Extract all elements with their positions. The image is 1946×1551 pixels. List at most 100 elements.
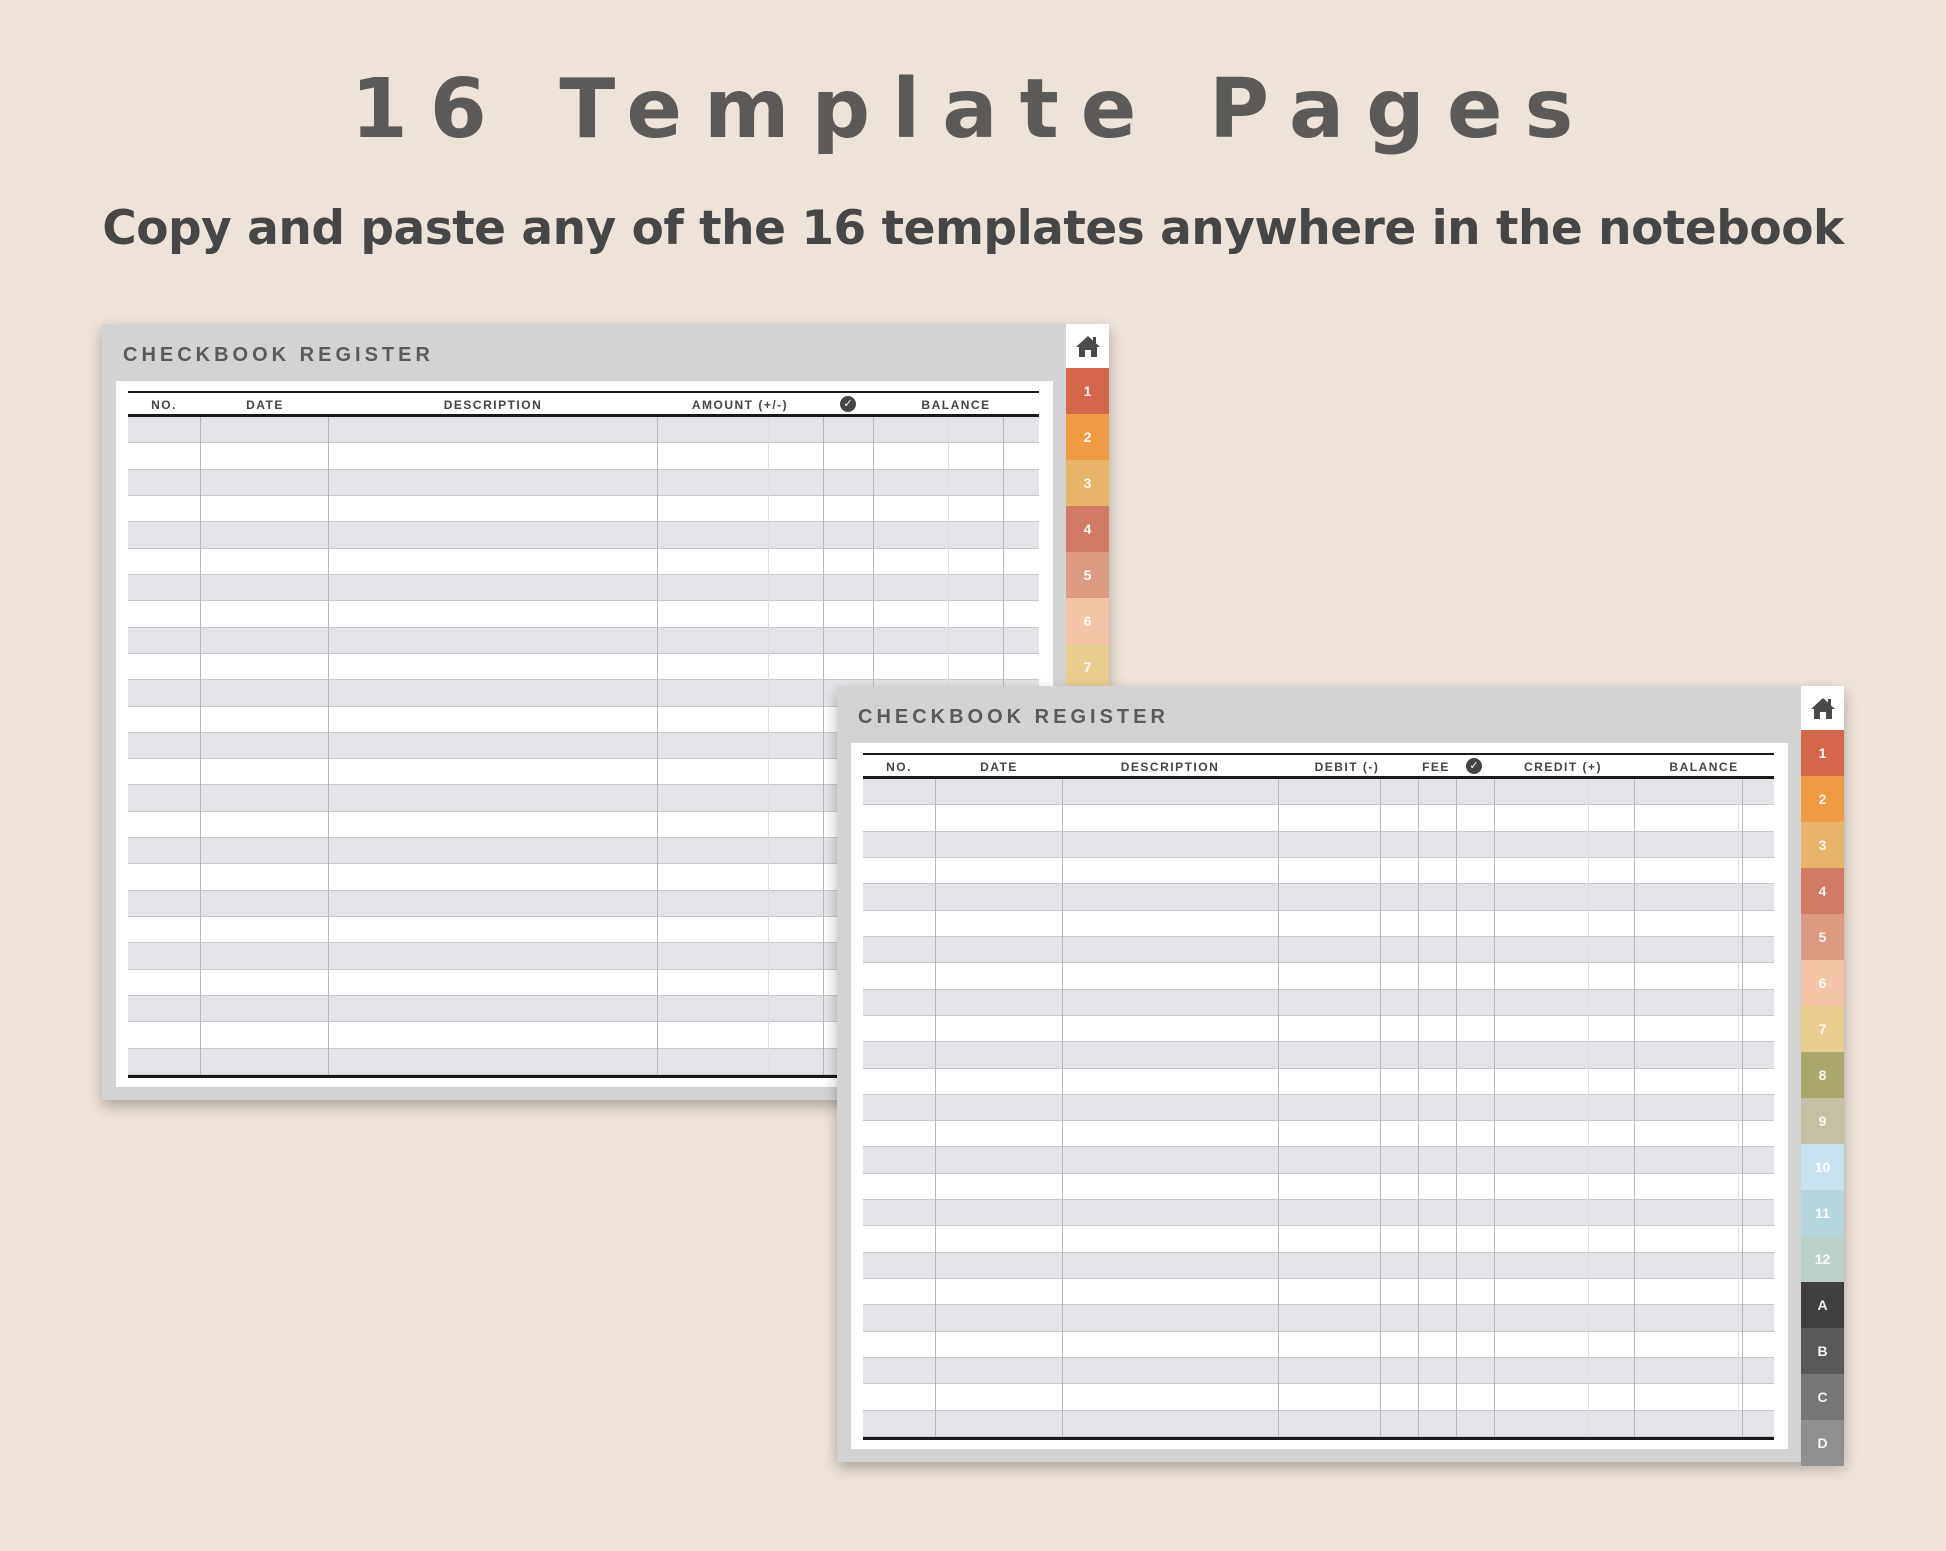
table-row[interactable] xyxy=(863,779,1774,806)
tab-1[interactable]: 1 xyxy=(1066,368,1109,414)
table-row[interactable] xyxy=(128,522,1039,549)
tab-7[interactable]: 7 xyxy=(1066,644,1109,690)
table-row[interactable] xyxy=(863,1069,1774,1095)
column-divider xyxy=(1588,779,1589,1440)
home-icon xyxy=(1810,698,1835,719)
table-row[interactable] xyxy=(128,417,1039,444)
table-row[interactable] xyxy=(863,1384,1774,1411)
table-row[interactable] xyxy=(863,1121,1774,1148)
column-divider xyxy=(1738,779,1739,1440)
table-row[interactable] xyxy=(128,654,1039,681)
table-row[interactable] xyxy=(128,469,1039,496)
table-row[interactable] xyxy=(863,936,1774,964)
column-debit: DEBIT (-) xyxy=(1314,760,1380,774)
tab-c[interactable]: C xyxy=(1801,1374,1844,1420)
column-divider xyxy=(1278,779,1279,1440)
tab-5[interactable]: 5 xyxy=(1066,552,1109,598)
table-row[interactable] xyxy=(128,601,1039,628)
section-tabs: 1 2 3 4 5 6 7 8 9 10 11 12 A B C D xyxy=(1801,686,1844,1466)
tab-1[interactable]: 1 xyxy=(1801,730,1844,776)
column-balance: BALANCE xyxy=(921,398,991,412)
table-row[interactable] xyxy=(863,1226,1774,1253)
check-circle-icon: ✓ xyxy=(1466,758,1482,774)
column-no: NO. xyxy=(151,398,177,412)
table-bottom-rule xyxy=(863,1437,1774,1440)
column-divider xyxy=(1418,779,1419,1440)
home-icon xyxy=(1075,336,1100,357)
tab-10[interactable]: 10 xyxy=(1801,1144,1844,1190)
table-body xyxy=(863,779,1774,1440)
check-circle-icon: ✓ xyxy=(840,396,856,412)
table-header: NO. DATE DESCRIPTION DEBIT (-) FEE ✓ CRE… xyxy=(863,753,1774,779)
tab-9[interactable]: 9 xyxy=(1801,1098,1844,1144)
table-row[interactable] xyxy=(863,1016,1774,1043)
register-table: NO. DATE DESCRIPTION DEBIT (-) FEE ✓ CRE… xyxy=(863,753,1774,1440)
column-divider xyxy=(200,417,201,1078)
tab-a[interactable]: A xyxy=(1801,1282,1844,1328)
column-description: DESCRIPTION xyxy=(1120,760,1220,774)
table-row[interactable] xyxy=(128,496,1039,523)
column-divider xyxy=(1634,779,1635,1440)
table-row[interactable] xyxy=(863,1332,1774,1359)
column-divider xyxy=(1380,779,1381,1440)
table-row[interactable] xyxy=(863,1200,1774,1227)
tab-5[interactable]: 5 xyxy=(1801,914,1844,960)
column-fee: FEE xyxy=(1422,760,1450,774)
column-date: DATE xyxy=(980,760,1018,774)
table-row[interactable] xyxy=(863,1410,1774,1437)
table-row[interactable] xyxy=(863,1358,1774,1385)
column-divider xyxy=(823,417,824,1078)
table-row[interactable] xyxy=(863,963,1774,990)
ledger-sheet: NO. DATE DESCRIPTION DEBIT (-) FEE ✓ CRE… xyxy=(851,743,1788,1449)
table-row[interactable] xyxy=(863,1042,1774,1069)
tab-3[interactable]: 3 xyxy=(1801,822,1844,868)
tab-2[interactable]: 2 xyxy=(1066,414,1109,460)
table-row[interactable] xyxy=(128,574,1039,602)
table-row[interactable] xyxy=(128,549,1039,575)
front-template-page: CHECKBOOK REGISTER NO. DATE DESCRIPTION … xyxy=(837,686,1844,1466)
tab-12[interactable]: 12 xyxy=(1801,1236,1844,1282)
table-row[interactable] xyxy=(863,1252,1774,1280)
table-row[interactable] xyxy=(863,911,1774,937)
tab-d[interactable]: D xyxy=(1801,1420,1844,1466)
table-row[interactable] xyxy=(863,1305,1774,1332)
tab-6[interactable]: 6 xyxy=(1801,960,1844,1006)
tab-4[interactable]: 4 xyxy=(1801,868,1844,914)
table-row[interactable] xyxy=(863,1094,1774,1122)
table-row[interactable] xyxy=(863,1147,1774,1174)
column-divider xyxy=(768,417,769,1078)
column-divider xyxy=(1456,779,1457,1440)
table-row[interactable] xyxy=(128,443,1039,470)
tab-3[interactable]: 3 xyxy=(1066,460,1109,506)
table-row[interactable] xyxy=(863,1279,1774,1306)
tab-8[interactable]: 8 xyxy=(1801,1052,1844,1098)
column-divider xyxy=(1062,779,1063,1440)
page-subtitle: Copy and paste any of the 16 templates a… xyxy=(102,201,1844,256)
column-date: DATE xyxy=(246,398,284,412)
table-row[interactable] xyxy=(863,989,1774,1016)
home-tab[interactable] xyxy=(1066,324,1109,368)
tab-2[interactable]: 2 xyxy=(1801,776,1844,822)
page-heading: CHECKBOOK REGISTER xyxy=(123,344,434,366)
table-row[interactable] xyxy=(863,831,1774,858)
home-tab[interactable] xyxy=(1801,686,1844,730)
tab-b[interactable]: B xyxy=(1801,1328,1844,1374)
tab-6[interactable]: 6 xyxy=(1066,598,1109,644)
table-row[interactable] xyxy=(863,1174,1774,1201)
column-divider xyxy=(935,779,936,1440)
page-heading: CHECKBOOK REGISTER xyxy=(858,706,1169,728)
tab-4[interactable]: 4 xyxy=(1066,506,1109,552)
column-divider xyxy=(328,417,329,1078)
tab-7[interactable]: 7 xyxy=(1801,1006,1844,1052)
column-divider xyxy=(1742,779,1743,1440)
page-title: 16 Template Pages xyxy=(350,62,1596,157)
tab-11[interactable]: 11 xyxy=(1801,1190,1844,1236)
table-row[interactable] xyxy=(863,858,1774,885)
column-amount: AMOUNT (+/-) xyxy=(691,398,789,412)
table-row[interactable] xyxy=(863,884,1774,911)
table-row[interactable] xyxy=(128,627,1039,654)
column-balance: BALANCE xyxy=(1669,760,1739,774)
column-credit: CREDIT (+) xyxy=(1524,760,1602,774)
table-row[interactable] xyxy=(863,805,1774,832)
column-divider xyxy=(657,417,658,1078)
